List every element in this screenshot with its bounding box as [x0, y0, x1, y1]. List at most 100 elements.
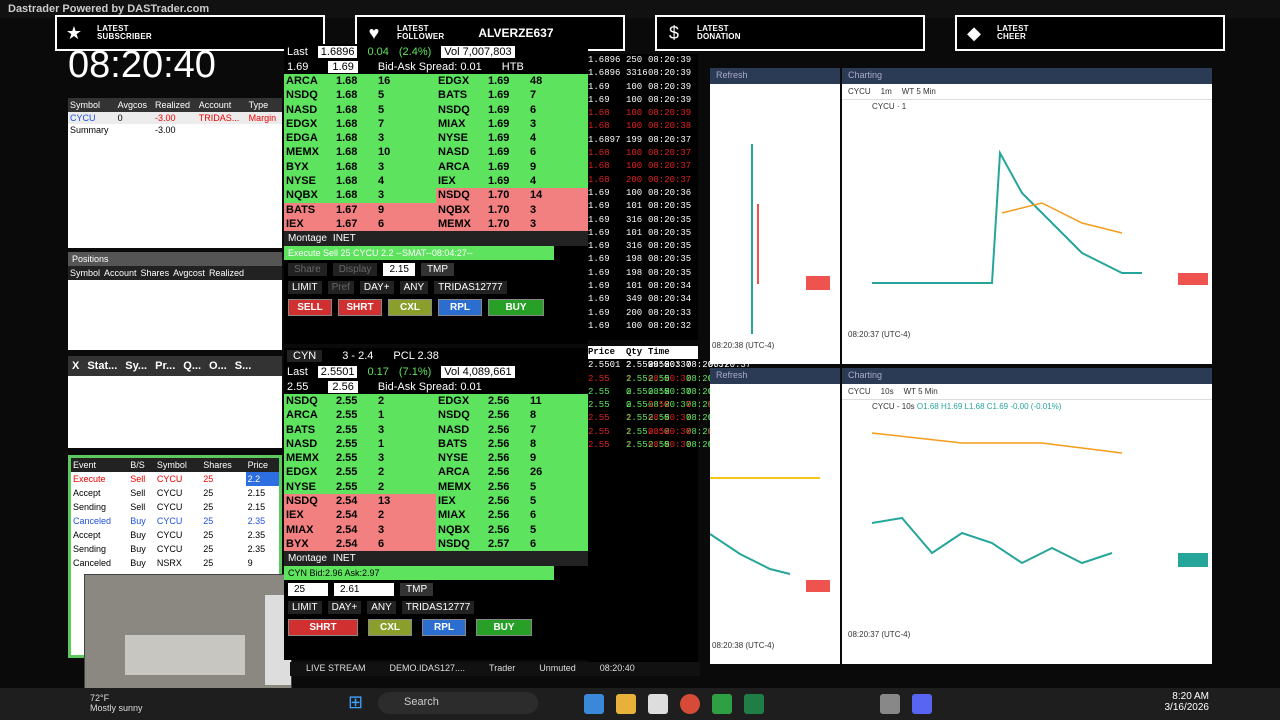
any-select[interactable]: ANY [367, 601, 396, 615]
book-row[interactable]: ARCA 1.69 9 [436, 159, 588, 175]
book-row[interactable]: EDGX 2.55 2 [284, 465, 436, 480]
folder-icon[interactable] [616, 694, 636, 714]
col-header[interactable]: Avgcost [173, 268, 205, 278]
book-row[interactable]: ARCA 2.56 26 [436, 465, 588, 480]
book-row[interactable]: EDGX 2.56 11 [436, 394, 588, 409]
col-header[interactable]: Sy... [125, 360, 147, 372]
book-row[interactable]: NYSE 1.68 4 [284, 174, 436, 189]
pref-input[interactable]: Pref [327, 281, 354, 295]
book-row[interactable]: ARCA 1.68 16 [284, 74, 436, 89]
book-row[interactable]: MIAX 2.54 3 [284, 522, 436, 537]
table-row[interactable]: Sending Buy CYCU 25 2.35 [71, 542, 279, 556]
table-row[interactable]: Accept Sell CYCU 25 2.15 [71, 486, 279, 500]
share-input[interactable]: Share [288, 263, 327, 277]
table-row[interactable]: Accept Buy CYCU 25 2.35 [71, 528, 279, 542]
route-select[interactable]: TRIDAS12777 [434, 281, 507, 295]
tab-montage[interactable]: Montage [288, 553, 327, 564]
chrome-icon[interactable] [680, 694, 700, 714]
tab-inet[interactable]: INET [333, 553, 356, 564]
col-header[interactable]: Symbol [154, 458, 202, 472]
shares-input[interactable]: 25 [288, 583, 328, 597]
book-row[interactable]: NASD 2.55 1 [284, 436, 436, 452]
book-row[interactable]: MIAX 2.56 6 [436, 508, 588, 523]
buy-button[interactable]: BUY [488, 299, 544, 317]
book-row[interactable]: NASD 2.56 7 [436, 422, 588, 437]
order-type-select[interactable]: LIMIT [288, 281, 322, 295]
col-header[interactable]: Price [245, 458, 279, 472]
book-row[interactable]: IEX 2.56 5 [436, 494, 588, 509]
book-row[interactable]: NSDQ 2.56 8 [436, 408, 588, 423]
notion-icon[interactable] [648, 694, 668, 714]
book-row[interactable]: BATS 2.56 8 [436, 436, 588, 452]
route-select[interactable]: TRIDAS12777 [401, 601, 475, 615]
cancel-button[interactable]: CXL [388, 299, 432, 317]
book-row[interactable]: NASD 1.69 6 [436, 145, 588, 160]
book-row[interactable]: BYX 2.54 6 [284, 536, 436, 552]
replace-button[interactable]: RPL [422, 619, 466, 637]
table-row[interactable]: CYCU 0 -3.00 TRIDAS... Margin [68, 112, 282, 124]
col-header[interactable]: Type [246, 98, 282, 112]
col-header[interactable]: B/S [128, 458, 155, 472]
book-row[interactable]: NQBX 2.56 5 [436, 522, 588, 537]
book-row[interactable]: MIAX 1.69 3 [436, 116, 588, 132]
book-row[interactable]: NSDQ 1.68 5 [284, 88, 436, 103]
book-row[interactable]: NSDQ 1.69 6 [436, 102, 588, 117]
col-header[interactable]: S... [235, 360, 252, 372]
book-row[interactable]: BATS 2.55 3 [284, 422, 436, 437]
excel-icon[interactable] [744, 694, 764, 714]
col-header[interactable]: Symbol [70, 268, 100, 278]
taskbar-search[interactable]: Search [378, 692, 538, 714]
book-row[interactable]: ARCA 2.55 1 [284, 408, 436, 423]
trading-app-icon[interactable] [712, 694, 732, 714]
book-row[interactable]: EDGA 1.68 3 [284, 131, 436, 146]
settings-icon[interactable] [880, 694, 900, 714]
book-row[interactable]: NSDQ 2.55 2 [284, 394, 436, 409]
col-header[interactable]: Pr... [155, 360, 175, 372]
col-header[interactable]: O... [209, 360, 227, 372]
discord-icon[interactable] [912, 694, 932, 714]
tab-inet[interactable]: INET [333, 233, 356, 244]
col-header[interactable]: Realized [209, 268, 244, 278]
table-row[interactable]: Sending Sell CYCU 25 2.15 [71, 500, 279, 514]
book-row[interactable]: MEMX 2.55 3 [284, 451, 436, 466]
system-clock[interactable]: 8:20 AM 3/16/2026 [1163, 691, 1210, 713]
book-row[interactable]: IEX 2.54 2 [284, 508, 436, 523]
book-row[interactable]: NYSE 1.69 4 [436, 131, 588, 146]
weather-widget[interactable]: 72°F Mostly sunny [90, 693, 143, 713]
book-row[interactable]: IEX 1.67 6 [284, 216, 436, 232]
col-header[interactable]: Qty [626, 346, 648, 359]
refresh-button[interactable]: Refresh [716, 70, 748, 80]
col-header[interactable]: Shares [141, 268, 170, 278]
replace-button[interactable]: RPL [438, 299, 482, 317]
book-row[interactable]: MEMX 2.56 5 [436, 479, 588, 495]
col-header[interactable]: Q... [183, 360, 201, 372]
book-row[interactable]: BYX 1.68 3 [284, 159, 436, 175]
book-row[interactable]: BATS 1.67 9 [284, 202, 436, 217]
price-input[interactable]: 2.61 [334, 583, 394, 597]
book-row[interactable]: NQBX 1.68 3 [284, 188, 436, 203]
windows-start-icon[interactable]: ⊞ [348, 692, 370, 714]
col-header[interactable]: X [72, 360, 79, 372]
cancel-button[interactable]: CXL [368, 619, 412, 637]
indicator-label[interactable]: WT 5 Min [902, 87, 936, 96]
table-row[interactable]: Canceled Buy NSRX 25 9 [71, 556, 279, 570]
book-row[interactable]: NSDQ 2.54 13 [284, 494, 436, 509]
refresh-button[interactable]: Refresh [716, 370, 748, 380]
buy-button[interactable]: BUY [476, 619, 532, 637]
table-row[interactable]: Summary -3.00 [68, 124, 282, 136]
any-select[interactable]: ANY [399, 281, 429, 295]
book-row[interactable]: MEMX 1.70 3 [436, 216, 588, 232]
book-row[interactable]: NSDQ 2.57 6 [436, 536, 588, 552]
col-header[interactable]: Price [588, 346, 626, 359]
book-row[interactable]: IEX 1.69 4 [436, 174, 588, 189]
book-row[interactable]: BATS 1.69 7 [436, 88, 588, 103]
col-header[interactable]: Symbol [68, 98, 116, 112]
col-header[interactable]: Realized [153, 98, 197, 112]
book-row[interactable]: EDGX 1.69 48 [436, 74, 588, 89]
col-header[interactable]: Avgcos [115, 98, 154, 112]
book-row[interactable]: MEMX 1.68 10 [284, 145, 436, 160]
tif-select[interactable]: DAY+ [359, 281, 394, 295]
tif-select[interactable]: DAY+ [327, 601, 362, 615]
book-row[interactable]: NYSE 2.55 2 [284, 479, 436, 495]
symbol-search[interactable]: CYCU [848, 87, 871, 96]
